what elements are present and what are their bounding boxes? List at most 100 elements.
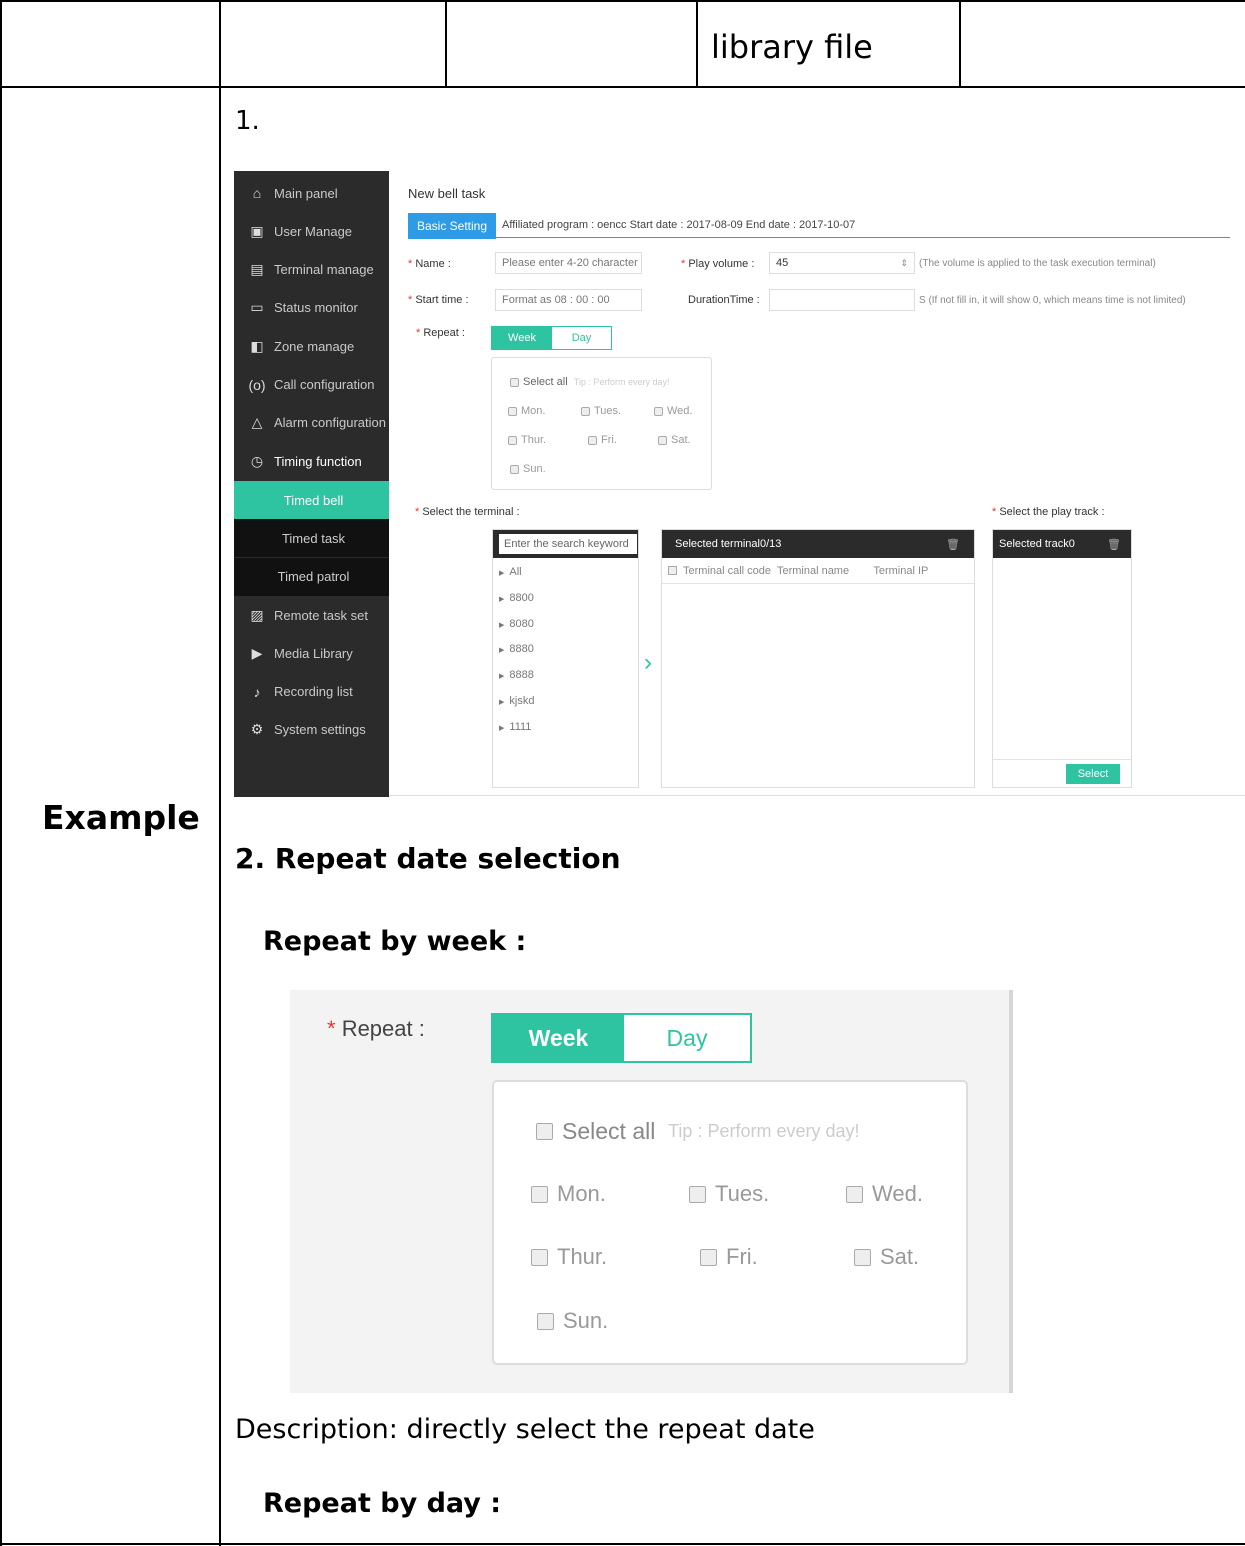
week-tab[interactable]: Week bbox=[492, 327, 552, 349]
select-all-checkbox[interactable]: Select all Tip : Perform every day! bbox=[510, 376, 669, 388]
select-terminal-label: * Select the terminal : bbox=[415, 506, 520, 518]
gear-icon: ⚙ bbox=[250, 721, 264, 738]
duration-hint: S (If not fill in, it will show 0, which… bbox=[919, 295, 1186, 306]
day-checkbox[interactable]: Thur. bbox=[531, 1244, 607, 1270]
sidebar-item-label: Status monitor bbox=[274, 300, 358, 316]
timer-icon: ◷ bbox=[250, 452, 264, 469]
sidebar-item-main-panel[interactable]: ⌂ Main panel bbox=[234, 174, 389, 212]
caret-right-icon: ▶ bbox=[499, 647, 505, 655]
day-checkbox[interactable]: Fri. bbox=[700, 1244, 758, 1270]
checkbox-icon bbox=[508, 435, 517, 445]
sidebar-subitem-timed-bell[interactable]: Timed bell bbox=[234, 481, 393, 519]
checkbox-icon[interactable] bbox=[668, 566, 677, 575]
day-tab[interactable]: Day bbox=[552, 327, 611, 349]
selected-terminal-header: Selected terminal0/13 🗑 bbox=[662, 530, 974, 558]
bell-icon: △ bbox=[251, 414, 263, 431]
sidebar-item-label: Recording list bbox=[274, 684, 353, 700]
day-checkbox[interactable]: Tues. bbox=[581, 405, 621, 417]
tree-node-label: 1111 bbox=[509, 720, 532, 733]
day-checkbox[interactable]: Mon. bbox=[508, 405, 545, 417]
tree-node[interactable]: ▶ kjskd bbox=[499, 695, 534, 707]
sidebar-item-recording-list[interactable]: ♪ Recording list bbox=[234, 673, 389, 711]
tree-node-label: 8800 bbox=[509, 591, 534, 604]
col-divider bbox=[219, 0, 221, 1546]
col-divider-2 bbox=[445, 0, 447, 87]
trash-icon[interactable]: 🗑 bbox=[946, 538, 960, 551]
caret-right-icon: ▶ bbox=[499, 595, 505, 603]
caret-right-icon: ▶ bbox=[499, 621, 505, 629]
day-checkbox[interactable]: Sat. bbox=[658, 434, 691, 446]
search-input[interactable]: Enter the search keyword bbox=[499, 534, 637, 554]
checkbox-icon bbox=[658, 435, 667, 445]
sidebar-item-label: Remote task set bbox=[274, 607, 368, 623]
day-checkbox[interactable]: Fri. bbox=[588, 434, 617, 446]
tree-node[interactable]: ▶ 8880 bbox=[499, 643, 534, 655]
duration-input[interactable] bbox=[769, 289, 915, 311]
name-input[interactable]: Please enter 4-20 character bbox=[495, 252, 642, 274]
task-info: Affiliated program : oencc Start date : … bbox=[502, 219, 856, 231]
select-track-label: * Select the play track : bbox=[992, 506, 1105, 518]
day-checkbox[interactable]: Mon. bbox=[531, 1181, 606, 1207]
sidebar-item-zone-manage[interactable]: ◧ Zone manage bbox=[234, 327, 389, 365]
sidebar-item-system-settings[interactable]: ⚙ System settings bbox=[234, 711, 389, 749]
tree-node-label: 8880 bbox=[509, 643, 534, 656]
bell-task-screenshot: ⌂ Main panel ▣ User Manage ▤ Terminal manage ▭… bbox=[234, 171, 1245, 797]
sidebar-item-timing-function[interactable]: ◷ Timing function bbox=[234, 442, 389, 480]
sidebar-item-label: Media Library bbox=[274, 645, 353, 661]
tree-node[interactable]: ▶ 8800 bbox=[499, 592, 534, 604]
caret-right-icon: ▶ bbox=[499, 570, 505, 577]
volume-input[interactable]: 45 ⇕ bbox=[769, 252, 915, 274]
day-checkbox[interactable]: Tues. bbox=[689, 1181, 769, 1207]
trash-icon[interactable]: 🗑 bbox=[1107, 538, 1121, 551]
sidebar-subitem-timed-task[interactable]: Timed task bbox=[234, 519, 393, 558]
transfer-arrow-icon[interactable]: › bbox=[644, 649, 652, 677]
sidebar-item-media-library[interactable]: ▶ Media Library bbox=[234, 634, 389, 672]
tree-node-label: All bbox=[509, 566, 522, 578]
repeat-toggle-large: Week Day bbox=[491, 1013, 752, 1063]
sidebar-item-call-configuration[interactable]: (o) Call configuration bbox=[234, 366, 389, 404]
name-label: * Name : bbox=[408, 258, 451, 270]
day-checkbox[interactable]: Sun. bbox=[537, 1308, 608, 1334]
tree-node[interactable]: ▶ All bbox=[499, 566, 522, 578]
start-time-input[interactable]: Format as 08 : 00 : 00 bbox=[495, 289, 642, 311]
call-icon: (o) bbox=[248, 376, 266, 393]
day-checkbox[interactable]: Thur. bbox=[508, 434, 546, 446]
stepper-icon[interactable]: ⇕ bbox=[900, 258, 908, 269]
checkbox-icon bbox=[536, 1123, 553, 1140]
monitor-icon: ▭ bbox=[250, 299, 264, 316]
table-border-top bbox=[0, 0, 1245, 2]
repeat-toggle: Week Day bbox=[491, 326, 612, 350]
day-checkbox[interactable]: Sat. bbox=[854, 1244, 919, 1270]
select-button[interactable]: Select bbox=[1066, 764, 1120, 784]
day-tab[interactable]: Day bbox=[624, 1015, 750, 1061]
day-checkbox[interactable]: Sun. bbox=[510, 463, 546, 475]
sidebar-item-status-monitor[interactable]: ▭ Status monitor bbox=[234, 289, 389, 327]
volume-hint: (The volume is applied to the task execu… bbox=[919, 258, 1156, 269]
sidebar-item-label: User Manage bbox=[274, 223, 353, 239]
tree-node-label: 8888 bbox=[509, 669, 534, 682]
week-tab[interactable]: Week bbox=[493, 1015, 624, 1061]
tree-node[interactable]: ▶ 8888 bbox=[499, 669, 534, 681]
sidebar-item-label: System settings bbox=[274, 722, 366, 738]
track-header: Selected track0 🗑 bbox=[993, 530, 1131, 558]
checkbox-icon bbox=[654, 406, 663, 416]
day-checkbox[interactable]: Wed. bbox=[654, 405, 692, 417]
sidebar-subitem-timed-patrol[interactable]: Timed patrol bbox=[234, 557, 393, 596]
sidebar-item-label: Timing function bbox=[274, 453, 362, 469]
caret-right-icon: ▶ bbox=[499, 724, 505, 732]
sidebar-item-terminal-manage[interactable]: ▤ Terminal manage bbox=[234, 251, 389, 289]
tree-node[interactable]: ▶ 1111 bbox=[499, 721, 531, 733]
selected-terminal-panel: Selected terminal0/13 🗑 Terminal call cod… bbox=[661, 529, 975, 788]
sidebar-item-user-manage[interactable]: ▣ User Manage bbox=[234, 212, 389, 250]
day-checkbox[interactable]: Wed. bbox=[846, 1181, 923, 1207]
document-page: library file Example 1. ⌂ Main panel ▣ User… bbox=[0, 0, 1245, 1546]
caret-right-icon: ▶ bbox=[499, 673, 505, 681]
tab-basic-setting[interactable]: Basic Setting bbox=[408, 213, 496, 239]
select-all-checkbox[interactable]: Select all Tip : Perform every day! bbox=[536, 1118, 860, 1145]
divider bbox=[993, 759, 1131, 760]
repeat-label-large: * Repeat : bbox=[327, 1016, 425, 1041]
sidebar-item-remote-task-set[interactable]: ▨ Remote task set bbox=[234, 596, 389, 634]
tree-node[interactable]: ▶ 8080 bbox=[499, 618, 534, 630]
checkbox-icon bbox=[689, 1185, 706, 1203]
sidebar-item-alarm-configuration[interactable]: △ Alarm configuration bbox=[234, 404, 389, 442]
